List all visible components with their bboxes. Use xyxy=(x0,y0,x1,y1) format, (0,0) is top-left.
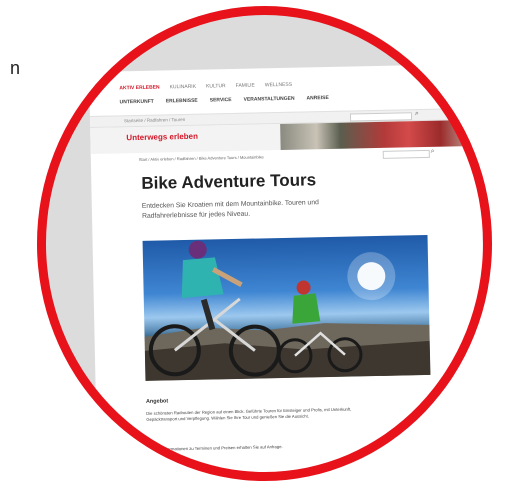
subnav-item[interactable]: ANREISE xyxy=(306,95,328,101)
banner-title: Unterwegs erleben xyxy=(126,131,199,143)
nav-item-active[interactable]: AKTIV ERLEBEN xyxy=(119,85,159,92)
sub-navigation: UNTERKUNFT ERLEBNISSE SERVICE VERANSTALT… xyxy=(120,95,329,105)
top-navigation: AKTIV ERLEBEN KULINARIK KULTUR FAMILIE W… xyxy=(119,78,292,96)
nav-item[interactable]: KULTUR xyxy=(206,83,226,89)
logo-text: FIETZ ERLEBEN xyxy=(430,85,471,92)
intro-text: Entdecken Sie Kroatien mit dem Mountainb… xyxy=(141,199,319,220)
hero-image xyxy=(142,234,431,381)
site-logo[interactable]: FIETZ ERLEBEN xyxy=(429,78,471,103)
subnav-item[interactable]: VERANSTALTUNGEN xyxy=(244,96,295,103)
section-title: Angebot xyxy=(145,398,169,405)
web-page: AKTIV ERLEBEN KULINARIK KULTUR FAMILIE W… xyxy=(89,63,488,481)
nav-item[interactable]: KULINARIK xyxy=(170,84,197,91)
search-input[interactable] xyxy=(349,111,413,122)
subnav-item[interactable]: ERLEBNISSE xyxy=(166,98,198,105)
content-search-icon[interactable]: ⌕ xyxy=(431,148,435,156)
search-icon[interactable]: ⌕ xyxy=(415,110,419,118)
banner-image xyxy=(280,119,481,151)
nav-item[interactable]: FAMILIE xyxy=(236,83,255,89)
utility-crumb[interactable]: Startseite / Radfahren / Touren xyxy=(124,117,185,123)
nav-item[interactable]: WELLNESS xyxy=(265,82,292,89)
breadcrumb[interactable]: Start / Aktiv erleben / Radfahren / Bike… xyxy=(139,154,264,162)
content-search-input[interactable] xyxy=(382,149,430,159)
magnifier-lens: AKTIV ERLEBEN KULINARIK KULTUR FAMILIE W… xyxy=(37,6,492,481)
body-paragraph: Weitere Informationen zu Terminen und Pr… xyxy=(146,444,283,452)
subnav-item[interactable]: SERVICE xyxy=(210,97,232,103)
page-title: Bike Adventure Tours xyxy=(141,170,317,193)
subnav-item[interactable]: UNTERKUNFT xyxy=(120,99,154,106)
body-paragraph: Die schönsten Radrouten der Region auf e… xyxy=(146,406,352,422)
cropped-text: n xyxy=(10,58,21,78)
mountain-bikers-photo-icon xyxy=(144,240,431,381)
